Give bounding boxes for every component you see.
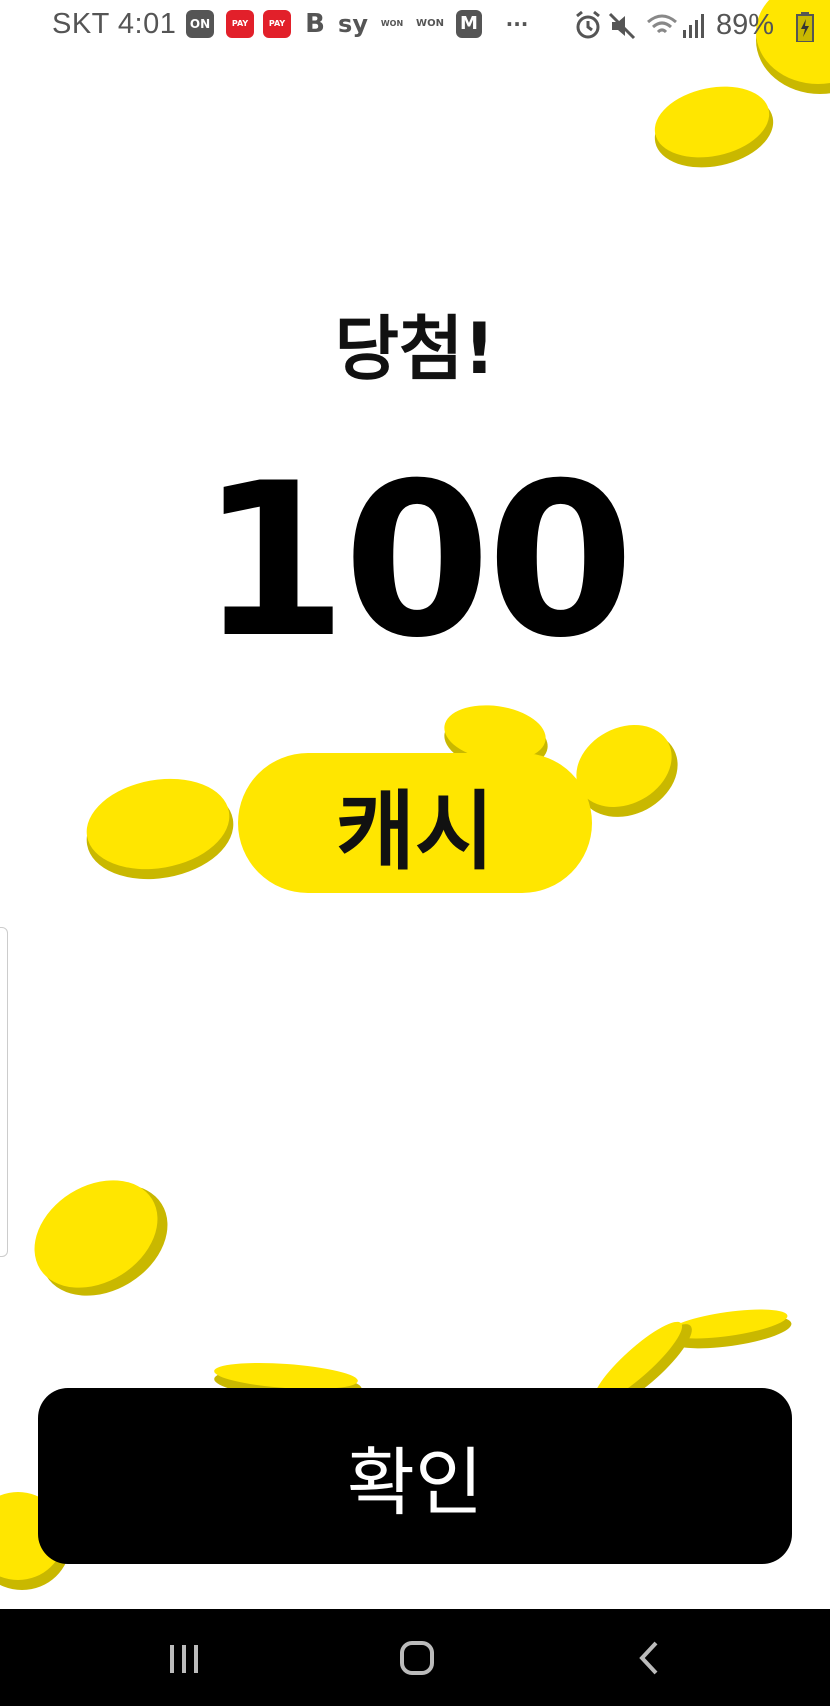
carrier-time: SKT 4:01 (52, 8, 177, 40)
status-bar: SKT 4:01 ON PAY PAY B sy WON WON M ··· 8… (0, 0, 830, 50)
pay-app-icon: PAY (226, 10, 254, 38)
reward-amount: 100 (199, 437, 635, 684)
edge-panel-handle[interactable] (0, 927, 8, 1257)
navigation-bar (0, 1609, 830, 1706)
wifi-icon (647, 14, 677, 34)
mute-icon (608, 12, 636, 40)
confirm-button-label: 확인 (346, 1439, 484, 1526)
win-title: 당첨! (334, 308, 496, 390)
battery-charging-icon (796, 12, 814, 42)
signal-icon (683, 14, 704, 38)
more-icon: ··· (505, 12, 529, 36)
pay-app-icon-2: PAY (263, 10, 291, 38)
sy-app-icon: sy (338, 10, 368, 38)
home-icon[interactable] (398, 1637, 436, 1679)
b-app-icon: B (305, 9, 325, 39)
coin-lower-left (26, 1168, 172, 1304)
recent-apps-icon[interactable] (166, 1637, 202, 1679)
battery-percent: 89% (715, 9, 774, 41)
cash-unit-badge: 캐시 (238, 753, 592, 893)
won-app-icon: WON (380, 19, 404, 28)
m-app-icon: M (456, 10, 482, 38)
alarm-icon (576, 10, 600, 39)
confirm-button[interactable]: 확인 (38, 1388, 792, 1564)
coin-left-middle (80, 770, 240, 882)
status-right: 89% (574, 6, 814, 46)
on-app-icon: ON (186, 10, 214, 38)
cash-unit-label: 캐시 (335, 781, 495, 882)
won-app-icon-2: WON (416, 18, 444, 29)
coin-top-right (650, 80, 780, 172)
back-icon[interactable] (634, 1637, 664, 1679)
